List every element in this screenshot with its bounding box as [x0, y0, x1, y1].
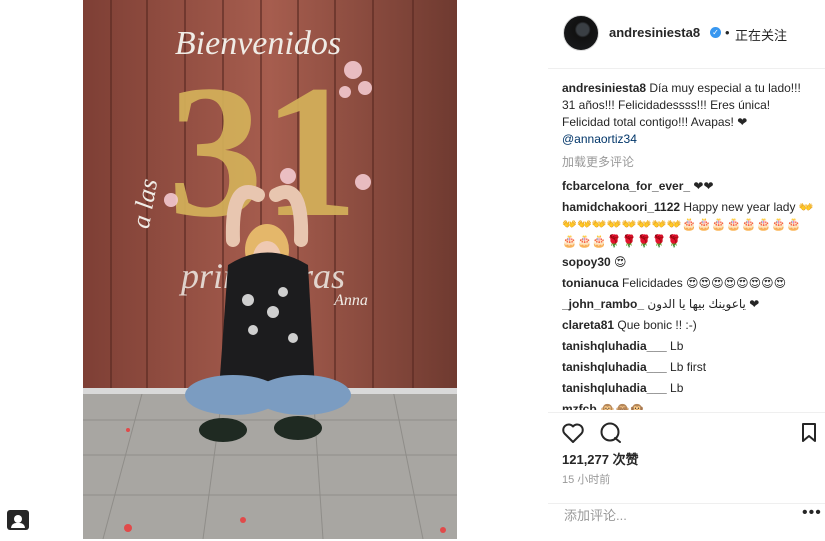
- bookmark-icon[interactable]: [800, 422, 818, 444]
- list-item: mzfcb 🙊🙈🙉: [562, 401, 814, 410]
- comment-username[interactable]: mzfcb: [562, 402, 597, 410]
- comment-text: Lb: [670, 381, 684, 395]
- caption-username[interactable]: andresiniesta8: [562, 81, 646, 95]
- comment-icon[interactable]: [599, 422, 623, 444]
- comment-username[interactable]: clareta81: [562, 318, 614, 332]
- comment-text: ❤❤: [693, 179, 714, 193]
- avatar[interactable]: [563, 15, 599, 51]
- comment-text: ياعوينك بيها يا الدون ❤: [647, 297, 760, 311]
- comment-text: Lb: [670, 339, 684, 353]
- post-sidebar: andresiniesta8 ✓ • 正在关注 andresiniesta8 D…: [548, 0, 825, 539]
- load-more-comments-link[interactable]: 加载更多评论: [562, 154, 814, 171]
- post-header: andresiniesta8 ✓ • 正在关注: [548, 0, 825, 69]
- banner-name-text: Anna: [333, 292, 368, 309]
- separator-dot: •: [725, 25, 730, 40]
- photo-scene: Bienvenidos 31 a las primaveras Anna: [83, 0, 457, 539]
- list-item: tanishqluhadia___ Lb first: [562, 359, 814, 376]
- likes-number: 121,277: [562, 452, 609, 467]
- comment-username[interactable]: tonianuca: [562, 276, 619, 290]
- comment-username[interactable]: tanishqluhadia___: [562, 360, 667, 374]
- more-options-icon[interactable]: •••: [802, 504, 822, 522]
- comment-text: Lb first: [670, 360, 707, 374]
- post-timestamp[interactable]: 15 小时前: [562, 471, 610, 487]
- add-comment-input[interactable]: [562, 507, 766, 524]
- list-item: sopoy30 😍: [562, 254, 814, 271]
- caption-mention[interactable]: @annaortiz34: [562, 132, 637, 146]
- comment-text: 🙊🙈🙉: [600, 402, 645, 410]
- comment-text: Felicidades 😍😍😍😍😍😍😍😍: [622, 276, 787, 290]
- add-comment-bar: •••: [548, 503, 825, 541]
- comment-username[interactable]: fcbarcelona_for_ever_: [562, 179, 690, 193]
- verified-badge-icon: ✓: [710, 27, 721, 38]
- caption: andresiniesta8 Día muy especial a tu lad…: [562, 80, 814, 148]
- list-item: _john_rambo_ ياعوينك بيها يا الدون ❤: [562, 296, 814, 313]
- list-item: hamidchakoori_1122 Happy new year lady 👐…: [562, 199, 814, 250]
- list-item: tanishqluhadia___ Lb: [562, 338, 814, 355]
- list-item: fcbarcelona_for_ever_ ❤❤: [562, 178, 814, 195]
- post-photo[interactable]: Bienvenidos 31 a las primaveras Anna: [83, 0, 457, 539]
- comment-username[interactable]: _john_rambo_: [562, 297, 644, 311]
- comment-username[interactable]: tanishqluhadia___: [562, 381, 667, 395]
- action-bar: 121,277 次赞 15 小时前 •••: [548, 412, 825, 540]
- comment-text: Que bonic !! :-): [617, 318, 697, 332]
- header-username[interactable]: andresiniesta8: [609, 25, 700, 40]
- comment-username[interactable]: sopoy30: [562, 255, 611, 269]
- likes-count[interactable]: 121,277 次赞: [562, 449, 639, 468]
- comment-username[interactable]: hamidchakoori_1122: [562, 200, 680, 214]
- follow-status-button[interactable]: 正在关注: [735, 25, 787, 44]
- list-item: tanishqluhadia___ Lb: [562, 380, 814, 397]
- user-tag-icon[interactable]: [7, 510, 29, 530]
- comment-text: 😍: [614, 255, 627, 269]
- heart-icon[interactable]: [561, 422, 585, 444]
- comments-list[interactable]: andresiniesta8 Día muy especial a tu lad…: [562, 80, 814, 410]
- list-item: tonianuca Felicidades 😍😍😍😍😍😍😍😍: [562, 275, 814, 292]
- list-item: clareta81 Que bonic !! :-): [562, 317, 814, 334]
- comment-username[interactable]: tanishqluhadia___: [562, 339, 667, 353]
- likes-label: 次赞: [612, 452, 639, 467]
